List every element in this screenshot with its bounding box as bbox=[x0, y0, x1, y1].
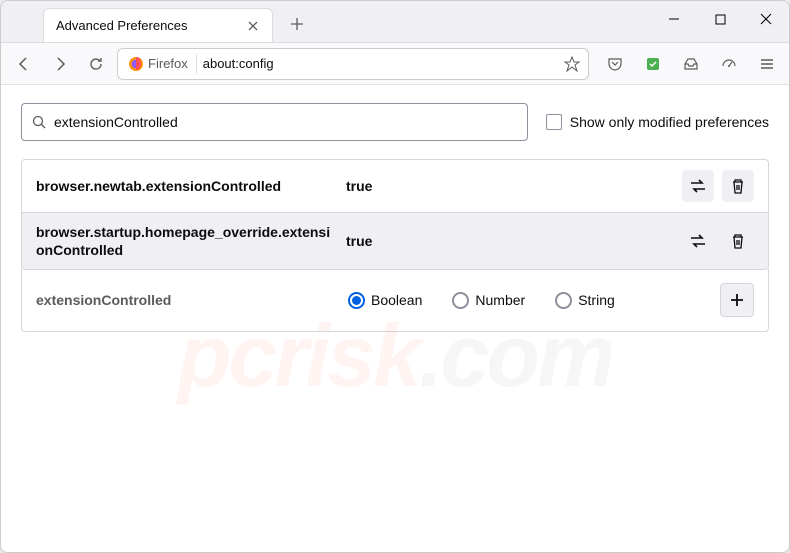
forward-button[interactable] bbox=[45, 49, 75, 79]
radio-icon bbox=[452, 292, 469, 309]
inbox-icon[interactable] bbox=[677, 50, 705, 78]
browser-tab[interactable]: Advanced Preferences bbox=[43, 8, 273, 42]
delete-button[interactable] bbox=[722, 170, 754, 202]
checkbox-icon bbox=[546, 114, 562, 130]
radio-icon bbox=[348, 292, 365, 309]
radio-string[interactable]: String bbox=[555, 292, 615, 309]
checkbox-label: Show only modified preferences bbox=[570, 114, 769, 130]
radio-label: Number bbox=[475, 292, 525, 308]
radio-label: Boolean bbox=[371, 292, 422, 308]
maximize-button[interactable] bbox=[697, 3, 743, 35]
hamburger-menu-icon[interactable] bbox=[753, 50, 781, 78]
search-icon bbox=[32, 115, 46, 129]
preference-name: browser.startup.homepage_override.extens… bbox=[36, 223, 336, 259]
modified-only-checkbox[interactable]: Show only modified preferences bbox=[546, 114, 769, 130]
preference-row: browser.startup.homepage_override.extens… bbox=[22, 213, 768, 269]
new-tab-button[interactable] bbox=[283, 10, 311, 38]
reload-button[interactable] bbox=[81, 49, 111, 79]
search-input[interactable] bbox=[54, 114, 517, 130]
preference-value: true bbox=[336, 178, 682, 194]
radio-icon bbox=[555, 292, 572, 309]
window-controls bbox=[651, 3, 789, 35]
preference-actions bbox=[682, 170, 754, 202]
pocket-icon[interactable] bbox=[601, 50, 629, 78]
bookmark-star-icon[interactable] bbox=[564, 56, 580, 72]
browser-window: Advanced Preferences bbox=[0, 0, 790, 553]
identity-label: Firefox bbox=[148, 56, 188, 71]
preference-actions bbox=[682, 225, 754, 257]
radio-label: String bbox=[578, 292, 615, 308]
radio-number[interactable]: Number bbox=[452, 292, 525, 309]
url-text: about:config bbox=[203, 56, 558, 71]
toolbar: Firefox about:config bbox=[1, 43, 789, 85]
titlebar: Advanced Preferences bbox=[1, 1, 789, 43]
preference-row: browser.newtab.extensionControlled true bbox=[22, 160, 768, 213]
firefox-logo-icon bbox=[128, 56, 144, 72]
search-box[interactable] bbox=[21, 103, 528, 141]
preferences-table: browser.newtab.extensionControlled true … bbox=[21, 159, 769, 270]
close-tab-icon[interactable] bbox=[246, 19, 260, 33]
content-area: pcrisk.com Show only modified preference… bbox=[1, 85, 789, 552]
extension-icon[interactable] bbox=[639, 50, 667, 78]
preference-value: true bbox=[336, 233, 682, 249]
add-preference-name: extensionControlled bbox=[36, 292, 336, 308]
add-preference-row: extensionControlled Boolean Number Strin… bbox=[21, 269, 769, 332]
close-window-button[interactable] bbox=[743, 3, 789, 35]
minimize-button[interactable] bbox=[651, 3, 697, 35]
type-radio-group: Boolean Number String bbox=[348, 292, 708, 309]
address-bar[interactable]: Firefox about:config bbox=[117, 48, 589, 80]
tab-title: Advanced Preferences bbox=[56, 18, 238, 33]
search-row: Show only modified preferences bbox=[21, 103, 769, 141]
toggle-button[interactable] bbox=[682, 170, 714, 202]
add-button[interactable] bbox=[720, 283, 754, 317]
identity-box[interactable]: Firefox bbox=[126, 54, 197, 74]
toolbar-icons bbox=[601, 50, 781, 78]
toggle-button[interactable] bbox=[682, 225, 714, 257]
dashboard-icon[interactable] bbox=[715, 50, 743, 78]
preference-name: browser.newtab.extensionControlled bbox=[36, 177, 336, 195]
back-button[interactable] bbox=[9, 49, 39, 79]
delete-button[interactable] bbox=[722, 225, 754, 257]
radio-boolean[interactable]: Boolean bbox=[348, 292, 422, 309]
